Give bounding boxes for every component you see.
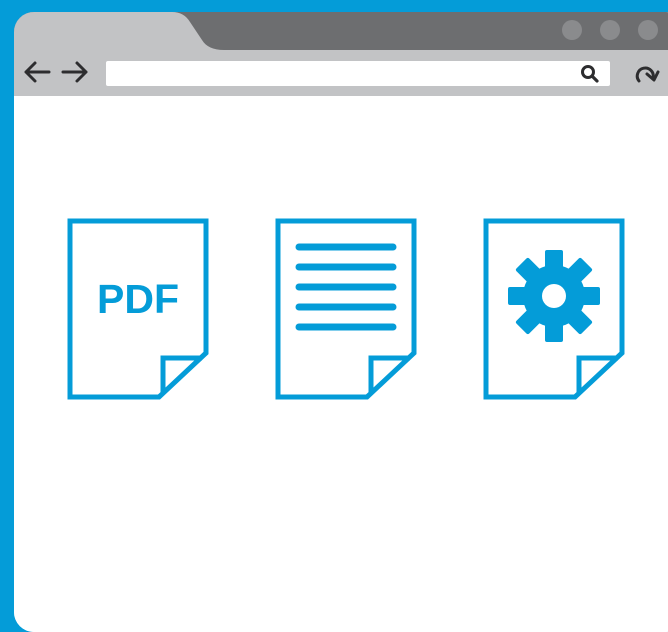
- search-icon[interactable]: [580, 64, 600, 84]
- window-close-dot[interactable]: [638, 20, 658, 40]
- browser-toolbar: [14, 50, 668, 96]
- settings-document[interactable]: [483, 218, 625, 400]
- text-document-icon: [275, 218, 417, 400]
- window-minimize-dot[interactable]: [562, 20, 582, 40]
- pdf-document[interactable]: PDF: [67, 218, 209, 400]
- browser-tab[interactable]: [14, 12, 224, 50]
- pdf-label: PDF: [97, 276, 179, 322]
- browser-window: PDF: [14, 12, 668, 632]
- window-maximize-dot[interactable]: [600, 20, 620, 40]
- settings-document-icon: [483, 218, 625, 400]
- text-document[interactable]: [275, 218, 417, 400]
- title-bar: [14, 12, 668, 50]
- reload-icon[interactable]: [631, 61, 661, 87]
- arrow-left-icon[interactable]: [22, 59, 52, 85]
- page-content: PDF: [14, 96, 668, 632]
- arrow-right-icon[interactable]: [60, 59, 90, 85]
- address-bar[interactable]: [106, 61, 610, 86]
- gear-icon: [508, 250, 600, 342]
- pdf-document-icon: PDF: [67, 218, 209, 400]
